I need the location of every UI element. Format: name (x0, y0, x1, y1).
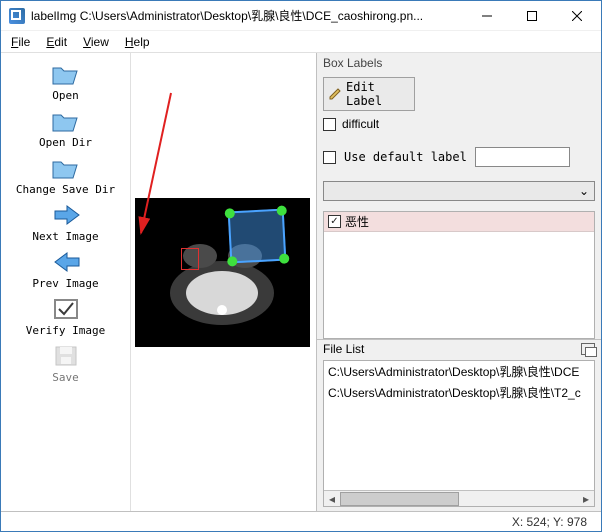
label-list[interactable]: ✓ 恶性 (323, 211, 595, 339)
titlebar: labelImg C:\Users\Administrator\Desktop\… (1, 1, 601, 31)
menu-help[interactable]: Help (117, 33, 158, 51)
open-button[interactable]: Open (1, 57, 130, 104)
verify-image-button[interactable]: Verify Image (1, 292, 130, 339)
difficult-checkbox[interactable] (323, 118, 336, 131)
scroll-thumb[interactable] (340, 492, 459, 506)
edit-label-button[interactable]: Edit Label (323, 77, 415, 111)
toolbar: Open Open Dir Change Save Dir Next Image… (1, 53, 131, 511)
scroll-left-icon[interactable]: ◂ (324, 491, 340, 507)
file-list-title: File List (323, 342, 364, 356)
label-item-checkbox[interactable]: ✓ (328, 215, 341, 228)
canvas-area[interactable] (131, 53, 316, 511)
right-panel: Box Labels Edit Label difficult Use defa… (316, 53, 601, 511)
save-button[interactable]: Save (1, 339, 130, 386)
file-list[interactable]: C:\Users\Administrator\Desktop\乳腺\良性\DCE… (323, 360, 595, 507)
folder-icon (50, 155, 82, 181)
change-save-dir-button[interactable]: Change Save Dir (1, 151, 130, 198)
use-default-label-checkbox[interactable] (323, 151, 336, 164)
maximize-button[interactable] (509, 1, 554, 30)
use-default-label-text: Use default label (344, 150, 467, 164)
menu-edit[interactable]: Edit (38, 33, 75, 51)
folder-open-icon (50, 61, 82, 87)
box-labels-title: Box Labels (317, 53, 601, 73)
statusbar: X: 524; Y: 978 (1, 511, 601, 531)
label-item-text: 恶性 (345, 213, 369, 230)
close-button[interactable] (554, 1, 599, 30)
window-title: labelImg C:\Users\Administrator\Desktop\… (31, 7, 464, 24)
next-image-button[interactable]: Next Image (1, 198, 130, 245)
save-icon (50, 343, 82, 369)
horizontal-scrollbar[interactable]: ◂ ▸ (324, 490, 594, 506)
arrow-right-icon (50, 202, 82, 228)
app-icon (9, 8, 25, 24)
pencil-icon (328, 87, 342, 101)
annotation-box-small[interactable] (181, 248, 199, 270)
cursor-coords: X: 524; Y: 978 (512, 515, 587, 529)
open-dir-button[interactable]: Open Dir (1, 104, 130, 151)
annotation-box[interactable] (228, 209, 287, 264)
arrow-left-icon (50, 249, 82, 275)
minimize-button[interactable] (464, 1, 509, 30)
folder-icon (50, 108, 82, 134)
chevron-down-icon: ⌄ (576, 184, 592, 198)
file-list-item[interactable]: C:\Users\Administrator\Desktop\乳腺\良性\DCE (324, 361, 594, 382)
default-label-input[interactable] (475, 147, 570, 167)
dock-icon[interactable] (581, 343, 595, 355)
menu-file[interactable]: File (3, 33, 38, 51)
label-combo[interactable]: ⌄ (323, 181, 595, 201)
menubar: File Edit View Help (1, 31, 601, 53)
menu-view[interactable]: View (75, 33, 117, 51)
file-list-item[interactable]: C:\Users\Administrator\Desktop\乳腺\良性\T2_… (324, 382, 594, 403)
difficult-label: difficult (342, 117, 379, 131)
scroll-right-icon[interactable]: ▸ (578, 491, 594, 507)
prev-image-button[interactable]: Prev Image (1, 245, 130, 292)
image-canvas[interactable] (135, 198, 310, 347)
check-icon (50, 296, 82, 322)
label-list-item[interactable]: ✓ 恶性 (324, 212, 594, 232)
